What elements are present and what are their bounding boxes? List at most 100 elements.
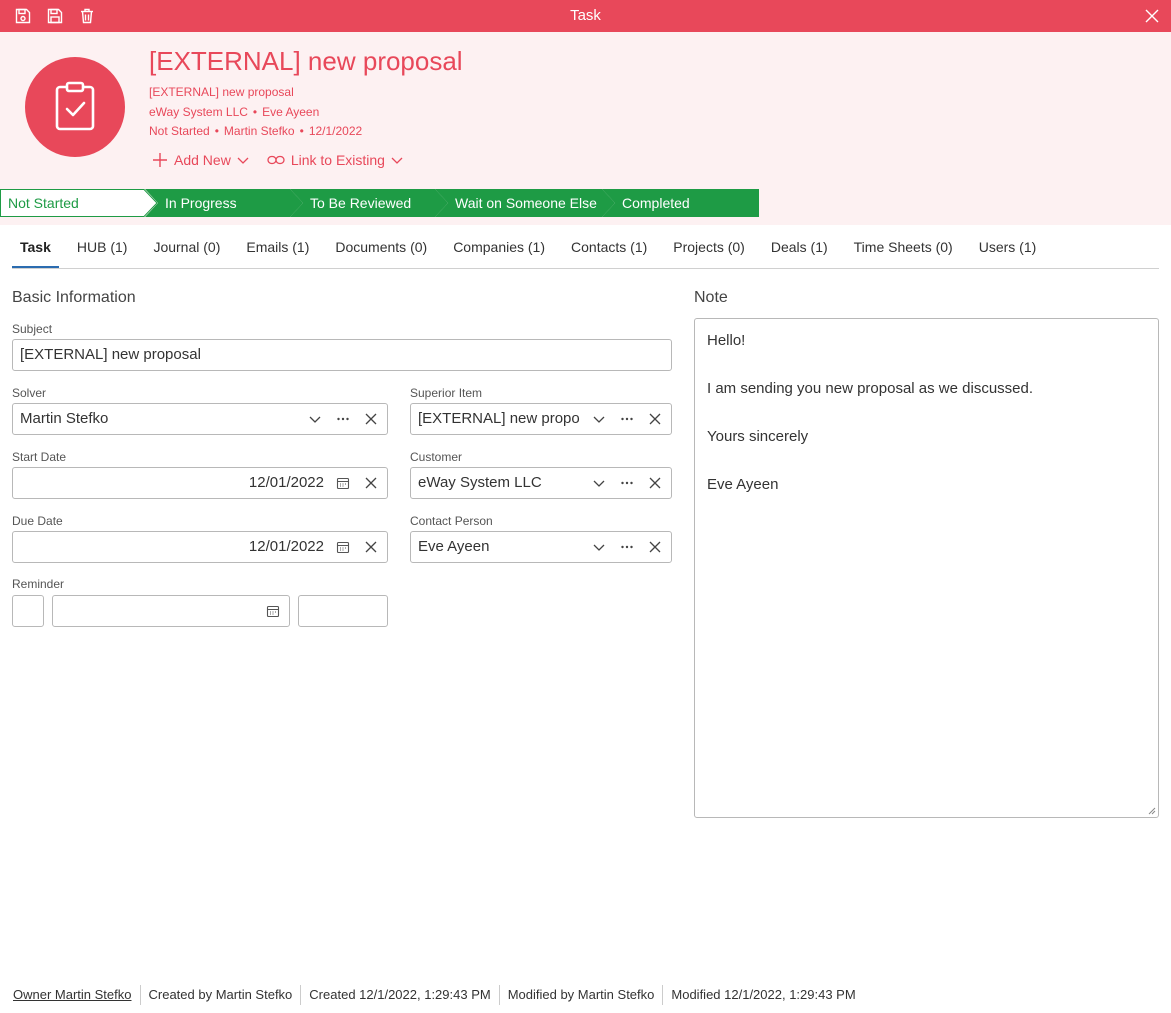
stage-completed[interactable]: Completed [602, 189, 759, 217]
reminder-date-input[interactable] [52, 595, 290, 627]
start-date-value: 12/01/2022 [248, 474, 324, 491]
header-relations: eWay System LLC • Eve Ayeen [149, 105, 320, 119]
start-date-label: Start Date [12, 450, 67, 464]
tab-users[interactable]: Users (1) [971, 232, 1045, 268]
clear-icon[interactable] [647, 539, 663, 555]
header-subtitle: [EXTERNAL] new proposal [149, 85, 294, 99]
stage-not-started[interactable]: Not Started [0, 189, 158, 217]
customer-label: Customer [410, 450, 463, 464]
company-link[interactable]: eWay System LLC [149, 105, 248, 119]
due-date-value: 12/01/2022 [248, 538, 324, 555]
modified-text: Modified 12/1/2022, 1:29:43 PM [662, 985, 863, 1005]
avatar [25, 57, 125, 157]
contact-link[interactable]: Eve Ayeen [262, 105, 319, 119]
clear-icon[interactable] [363, 411, 379, 427]
stage-label: To Be Reviewed [310, 195, 412, 211]
stage-label: Wait on Someone Else [455, 195, 597, 211]
chevron-down-icon [391, 157, 403, 164]
due-date-input[interactable]: 12/01/2022 [12, 531, 388, 563]
link-existing-label: Link to Existing [290, 152, 385, 168]
stage-label: In Progress [165, 195, 237, 211]
tab-journal[interactable]: Journal (0) [145, 232, 228, 268]
stage-label: Completed [622, 195, 690, 211]
note-textarea[interactable]: Hello! I am sending you new proposal as … [694, 318, 1159, 818]
link-existing-button[interactable]: Link to Existing [267, 152, 403, 168]
solver-value: Martin Stefko [20, 410, 109, 427]
clear-icon[interactable] [647, 411, 663, 427]
tab-task[interactable]: Task [12, 232, 59, 268]
tab-emails[interactable]: Emails (1) [238, 232, 317, 268]
chevron-down-icon[interactable] [591, 539, 607, 555]
resize-grip-icon[interactable] [1146, 805, 1156, 815]
record-footer: Owner Martin Stefko Created by Martin St… [13, 985, 864, 1005]
superior-item-label: Superior Item [410, 386, 483, 400]
reminder-time-input[interactable] [298, 595, 388, 627]
add-new-button[interactable]: Add New [152, 152, 249, 168]
plus-icon [153, 153, 167, 167]
tab-documents[interactable]: Documents (0) [327, 232, 435, 268]
contact-person-lookup[interactable]: Eve Ayeen [410, 531, 672, 563]
stage-to-be-reviewed[interactable]: To Be Reviewed [290, 189, 448, 217]
clear-icon[interactable] [363, 539, 379, 555]
start-date-input[interactable]: 12/01/2022 [12, 467, 388, 499]
tab-deals[interactable]: Deals (1) [763, 232, 836, 268]
window-title: Task [570, 7, 601, 24]
subtitle-text[interactable]: [EXTERNAL] new proposal [149, 85, 294, 99]
tab-contacts[interactable]: Contacts (1) [563, 232, 655, 268]
reminder-checkbox[interactable] [12, 595, 44, 627]
stage-label: Not Started [8, 195, 79, 211]
basic-info-title: Basic Information [12, 289, 136, 306]
contact-person-value: Eve Ayeen [418, 538, 490, 555]
title-bar: Task [0, 0, 1171, 32]
subject-input[interactable]: [EXTERNAL] new proposal [12, 339, 672, 371]
created-by-text: Created by Martin Stefko [139, 985, 301, 1005]
calendar-icon[interactable] [335, 539, 351, 555]
header-meta: Not Started • Martin Stefko • 12/1/2022 [149, 124, 363, 138]
subject-label: Subject [12, 322, 53, 336]
tab-time-sheets[interactable]: Time Sheets (0) [846, 232, 961, 268]
stage-bar: Not Started In Progress To Be Reviewed W… [0, 189, 759, 217]
chevron-down-icon[interactable] [591, 411, 607, 427]
solver-lookup[interactable]: Martin Stefko [12, 403, 388, 435]
note-text: Hello! I am sending you new proposal as … [707, 332, 1034, 493]
tab-companies[interactable]: Companies (1) [445, 232, 553, 268]
record-header: [EXTERNAL] new proposal [EXTERNAL] new p… [0, 32, 1171, 225]
add-new-label: Add New [174, 152, 231, 168]
customer-value: eWay System LLC [418, 474, 542, 491]
note-title: Note [694, 289, 728, 306]
chevron-down-icon [237, 157, 249, 164]
owner-link[interactable]: Owner Martin Stefko [13, 985, 140, 1005]
date-text: 12/1/2022 [308, 124, 363, 138]
contact-person-label: Contact Person [410, 514, 493, 528]
customer-lookup[interactable]: eWay System LLC [410, 467, 672, 499]
status-text: Not Started [149, 124, 210, 138]
created-text: Created 12/1/2022, 1:29:43 PM [300, 985, 498, 1005]
record-title: [EXTERNAL] new proposal [149, 46, 463, 76]
chevron-down-icon[interactable] [307, 411, 323, 427]
superior-item-lookup[interactable]: [EXTERNAL] new propo [410, 403, 672, 435]
tab-hub[interactable]: HUB (1) [69, 232, 136, 268]
calendar-icon[interactable] [265, 603, 281, 619]
more-icon[interactable] [619, 539, 635, 555]
solver-label: Solver [12, 386, 47, 400]
clipboard-check-icon [55, 81, 95, 131]
solver-link[interactable]: Martin Stefko [224, 124, 295, 138]
calendar-icon[interactable] [335, 475, 351, 491]
stage-in-progress[interactable]: In Progress [145, 189, 303, 217]
subject-value: [EXTERNAL] new proposal [20, 346, 201, 363]
clear-icon[interactable] [363, 475, 379, 491]
reminder-label: Reminder [12, 577, 65, 591]
header-actions: Add New Link to Existing [152, 152, 403, 168]
tab-projects[interactable]: Projects (0) [665, 232, 753, 268]
chevron-down-icon[interactable] [591, 475, 607, 491]
due-date-label: Due Date [12, 514, 63, 528]
more-icon[interactable] [335, 411, 351, 427]
stage-wait-on-someone-else[interactable]: Wait on Someone Else [435, 189, 615, 217]
superior-item-value: [EXTERNAL] new propo [418, 410, 580, 427]
more-icon[interactable] [619, 411, 635, 427]
tab-bar: Task HUB (1) Journal (0) Emails (1) Docu… [12, 232, 1159, 269]
close-icon[interactable] [1143, 7, 1161, 25]
more-icon[interactable] [619, 475, 635, 491]
clear-icon[interactable] [647, 475, 663, 491]
modified-by-text: Modified by Martin Stefko [498, 985, 663, 1005]
